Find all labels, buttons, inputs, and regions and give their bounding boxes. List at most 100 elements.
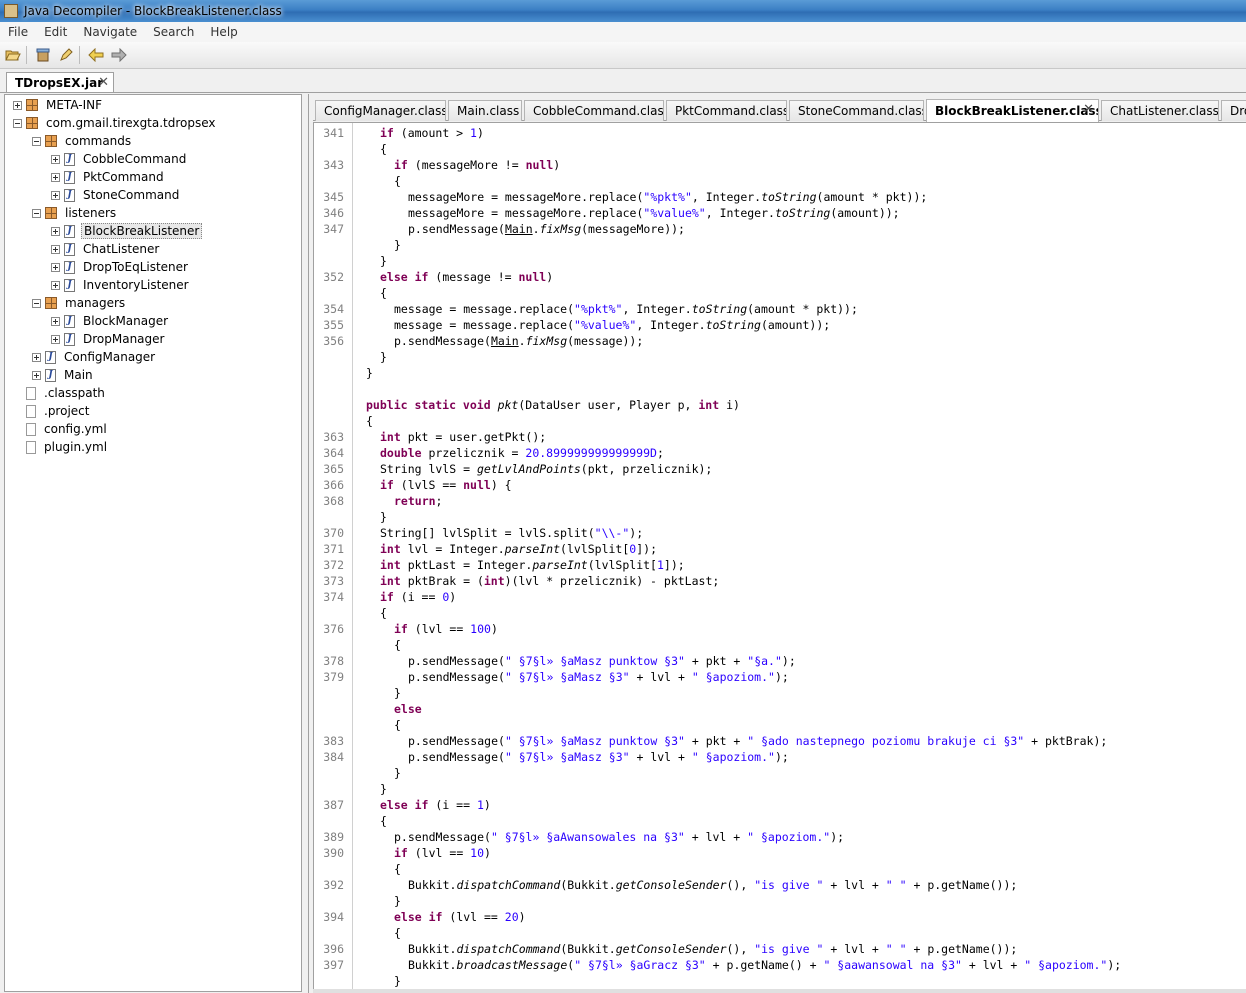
tree-node-label: .project — [44, 404, 90, 418]
tree-node-label: config.yml — [44, 422, 107, 436]
menu-help[interactable]: Help — [202, 25, 245, 39]
line-number: 374 — [323, 590, 344, 604]
tree-node-label: InventoryListener — [83, 278, 189, 292]
class-tab-strip: ConfigManager.class Main.class CobbleComma… — [313, 98, 1246, 122]
menu-navigate[interactable]: Navigate — [75, 25, 145, 39]
tree-node[interactable]: managers — [32, 294, 127, 312]
expand-icon[interactable] — [13, 100, 22, 110]
code-text: if (lvl == 100) — [394, 622, 498, 636]
expand-icon[interactable] — [51, 244, 60, 254]
tree-node[interactable]: J DropToEqListener — [51, 258, 190, 276]
class-tab[interactable]: BlockBreakListener.class ✕ — [926, 99, 1099, 122]
class-file-icon: J — [64, 332, 75, 346]
code-text: else — [394, 702, 422, 716]
expand-icon[interactable] — [51, 316, 60, 326]
class-file-icon: J — [64, 260, 75, 274]
tree-node[interactable]: J StoneCommand — [51, 186, 181, 204]
tree-node[interactable]: J BlockManager — [51, 312, 170, 330]
tree-node[interactable]: J PktCommand — [51, 168, 166, 186]
class-tab[interactable]: CobbleCommand.class — [524, 100, 664, 121]
code-text: } — [394, 894, 401, 908]
expand-icon[interactable] — [51, 334, 60, 344]
title-bar: Java Decompiler - BlockBreakListener.cla… — [0, 0, 1246, 22]
close-icon[interactable]: ✕ — [98, 75, 109, 90]
menu-file[interactable]: File — [0, 25, 36, 39]
code-text: p.sendMessage(" §7§l» §aMasz punktow §3"… — [408, 654, 796, 668]
open-file-icon[interactable] — [3, 45, 23, 65]
tree-node[interactable]: META-INF — [13, 96, 104, 114]
back-arrow-icon[interactable] — [86, 45, 106, 65]
expand-icon[interactable] — [51, 280, 60, 290]
code-text: } — [394, 686, 401, 700]
forward-arrow-icon[interactable] — [109, 45, 129, 65]
tree-node[interactable]: com.gmail.tirexgta.tdropsex — [13, 114, 218, 132]
edit-icon[interactable] — [56, 45, 76, 65]
class-file-icon: J — [64, 188, 75, 202]
code-text: { — [394, 926, 401, 940]
class-tab[interactable]: Main.class — [448, 100, 522, 121]
code-text: if (i == 0) — [380, 590, 457, 604]
expand-icon[interactable] — [51, 154, 60, 164]
tree-node[interactable]: J DropManager — [51, 330, 166, 348]
horizontal-scrollbar[interactable] — [313, 989, 1246, 993]
line-number: 345 — [323, 190, 344, 204]
collapse-icon[interactable] — [32, 298, 41, 308]
tab-tdropsex-jar[interactable]: TDropsEX.jar ✕ — [6, 72, 114, 92]
class-tab[interactable]: Drop — [1221, 100, 1246, 121]
line-number: 396 — [323, 942, 344, 956]
code-view[interactable]: 341 if (amount > 1) {343 if (messageMore !=… — [313, 122, 1246, 992]
class-file-icon: J — [64, 278, 75, 292]
open-jar-icon[interactable] — [33, 45, 53, 65]
app-cup-icon — [4, 4, 18, 18]
tree-node[interactable]: J InventoryListener — [51, 276, 191, 294]
tree-node[interactable]: config.yml — [13, 420, 109, 438]
class-tab[interactable]: ChatListener.class — [1101, 100, 1219, 121]
line-number: 366 — [323, 478, 344, 492]
collapse-icon[interactable] — [13, 118, 22, 128]
line-number: 376 — [323, 622, 344, 636]
tree-node[interactable]: .project — [13, 402, 91, 420]
code-text: double przelicznik = 20.899999999999999D… — [380, 446, 664, 460]
line-number: 373 — [323, 574, 344, 588]
tree-node[interactable]: J Main — [32, 366, 95, 384]
collapse-icon[interactable] — [32, 136, 41, 146]
file-icon — [26, 440, 36, 454]
tree-node[interactable]: .classpath — [13, 384, 107, 402]
package-tree[interactable]: META-INF com.gmail.tirexgta.tdropsex comma… — [4, 94, 302, 992]
tree-node[interactable]: listeners — [32, 204, 118, 222]
tree-node[interactable]: J BlockBreakListener — [51, 222, 203, 240]
tree-node[interactable]: commands — [32, 132, 133, 150]
expand-icon[interactable] — [51, 226, 60, 236]
tree-node[interactable]: plugin.yml — [13, 438, 109, 456]
code-text: p.sendMessage(Main.fixMsg(messageMore)); — [408, 222, 685, 236]
code-text: else if (message != null) — [380, 270, 554, 284]
expand-icon[interactable] — [32, 352, 41, 362]
editor-pane: ConfigManager.class Main.class CobbleComma… — [308, 94, 1246, 993]
class-tab-label: Main.class — [457, 104, 520, 118]
class-tab[interactable]: PktCommand.class — [666, 100, 787, 121]
expand-icon[interactable] — [51, 262, 60, 272]
line-number: 368 — [323, 494, 344, 508]
class-tab-label: ChatListener.class — [1110, 104, 1219, 118]
tree-node-label: DropToEqListener — [83, 260, 188, 274]
collapse-icon[interactable] — [32, 208, 41, 218]
package-icon — [45, 135, 57, 147]
tree-node[interactable]: J ChatListener — [51, 240, 161, 258]
code-text: else if (i == 1) — [380, 798, 491, 812]
close-icon[interactable]: ✕ — [1083, 102, 1094, 117]
tree-node-label: ConfigManager — [64, 350, 156, 364]
class-tab[interactable]: ConfigManager.class — [315, 100, 446, 121]
menu-search[interactable]: Search — [145, 25, 202, 39]
expand-icon[interactable] — [32, 370, 41, 380]
class-tab-label: CobbleCommand.class — [533, 104, 664, 118]
package-icon — [45, 207, 57, 219]
class-tab[interactable]: StoneCommand.class — [789, 100, 924, 121]
menu-edit[interactable]: Edit — [36, 25, 75, 39]
tree-node[interactable]: J CobbleCommand — [51, 150, 188, 168]
expand-icon[interactable] — [51, 190, 60, 200]
toolbar-separator — [26, 46, 27, 64]
tree-node[interactable]: J ConfigManager — [32, 348, 157, 366]
line-number: 355 — [323, 318, 344, 332]
code-text: { — [380, 814, 387, 828]
expand-icon[interactable] — [51, 172, 60, 182]
